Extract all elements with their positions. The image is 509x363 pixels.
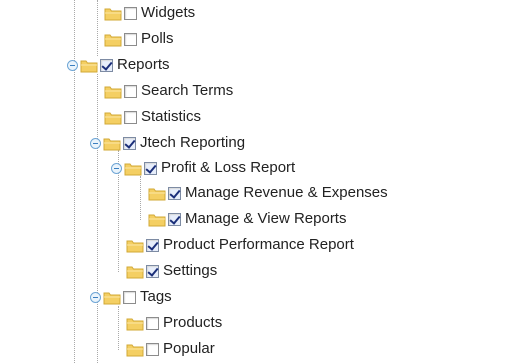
- permissions-tree: Widgets Polls Reports Search Terms Stati…: [0, 0, 509, 363]
- tree-item-label: Jtech Reporting: [140, 134, 246, 151]
- collapse-icon[interactable]: [90, 291, 101, 303]
- tree-item-label: Reports: [117, 56, 170, 73]
- tree-item-label: Settings: [163, 262, 218, 279]
- tree-item-label: Profit & Loss Report: [161, 159, 296, 176]
- tree-guide-line: [97, 74, 98, 363]
- folder-icon: [104, 84, 122, 99]
- tree-guide-line: [97, 0, 98, 56]
- folder-icon: [104, 110, 122, 125]
- folder-open-icon: [103, 290, 121, 305]
- tree-guide-line: [140, 176, 141, 220]
- collapse-icon[interactable]: [90, 137, 101, 149]
- tree-item-label: Widgets: [141, 4, 196, 21]
- collapse-icon[interactable]: [111, 162, 122, 174]
- tree-item-popular[interactable]: Popular: [126, 338, 215, 360]
- checkbox[interactable]: [124, 32, 137, 46]
- tree-item-label: Product Performance Report: [163, 236, 354, 253]
- tree-item-reports[interactable]: Reports: [67, 54, 170, 76]
- folder-icon: [126, 342, 144, 357]
- tree-item-jtech-reporting[interactable]: Jtech Reporting: [90, 132, 245, 154]
- tree-item-label: Search Terms: [141, 82, 234, 99]
- folder-icon: [126, 238, 144, 253]
- tree-item-settings[interactable]: Settings: [126, 260, 217, 282]
- checkbox[interactable]: [123, 290, 136, 304]
- folder-icon: [104, 32, 122, 47]
- tree-item-products[interactable]: Products: [126, 312, 222, 334]
- checkbox-checked[interactable]: [144, 161, 157, 175]
- tree-item-label: Popular: [163, 340, 215, 357]
- tree-item-search-terms[interactable]: Search Terms: [104, 80, 233, 102]
- tree-item-label: Products: [163, 314, 223, 331]
- tree-item-product-performance-report[interactable]: Product Performance Report: [126, 234, 354, 256]
- tree-item-widgets[interactable]: Widgets: [104, 2, 195, 24]
- tree-item-profit-loss-report[interactable]: Profit & Loss Report: [111, 157, 295, 179]
- checkbox[interactable]: [124, 84, 137, 98]
- tree-guide-line: [118, 306, 119, 350]
- folder-icon: [104, 6, 122, 21]
- checkbox[interactable]: [146, 316, 159, 330]
- tree-item-statistics[interactable]: Statistics: [104, 106, 201, 128]
- tree-item-label: Manage & View Reports: [185, 210, 347, 227]
- folder-icon: [126, 316, 144, 331]
- tree-item-polls[interactable]: Polls: [104, 28, 174, 50]
- tree-item-manage-view-reports[interactable]: Manage & View Reports: [148, 208, 346, 230]
- tree-item-tags[interactable]: Tags: [90, 286, 172, 308]
- folder-icon: [148, 186, 166, 201]
- checkbox[interactable]: [146, 342, 159, 356]
- checkbox[interactable]: [124, 6, 137, 20]
- checkbox-checked[interactable]: [146, 238, 159, 252]
- tree-item-label: Tags: [140, 288, 172, 305]
- checkbox-checked[interactable]: [123, 136, 136, 150]
- tree-item-label: Polls: [141, 30, 174, 47]
- folder-icon: [148, 212, 166, 227]
- checkbox-checked[interactable]: [168, 212, 181, 226]
- folder-open-icon: [80, 58, 98, 73]
- tree-item-label: Statistics: [141, 108, 202, 125]
- folder-icon: [126, 264, 144, 279]
- folder-open-icon: [124, 161, 142, 176]
- checkbox-checked[interactable]: [146, 264, 159, 278]
- checkbox-checked[interactable]: [168, 186, 181, 200]
- folder-open-icon: [103, 136, 121, 151]
- checkbox[interactable]: [124, 110, 137, 124]
- checkbox-checked[interactable]: [100, 58, 113, 72]
- tree-item-label: Manage Revenue & Expenses: [185, 184, 388, 201]
- collapse-icon[interactable]: [67, 59, 78, 71]
- tree-item-manage-revenue-expenses[interactable]: Manage Revenue & Expenses: [148, 182, 388, 204]
